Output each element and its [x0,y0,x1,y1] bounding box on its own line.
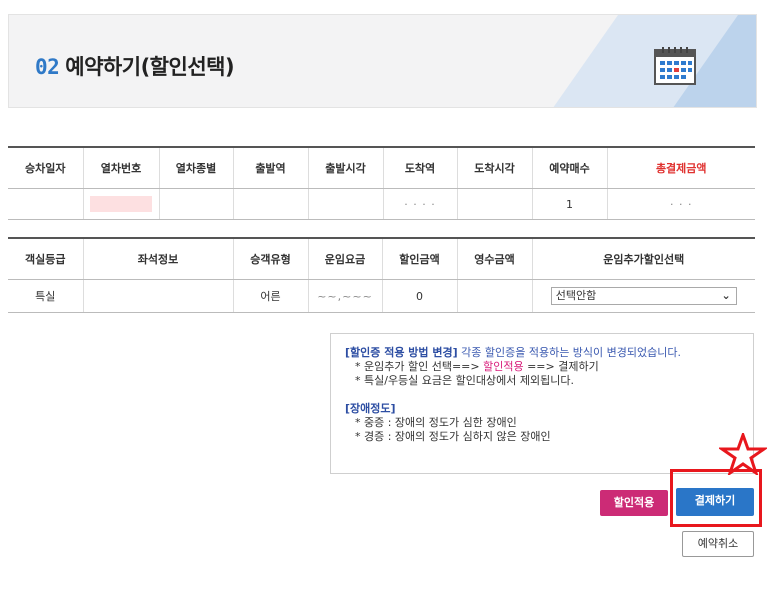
trip-table: 승차일자 열차번호 열차종별 출발역 출발시각 도착역 도착시각 예약매수 총결… [8,146,755,220]
notice-line-5: * 경증 : 장애의 정도가 심하지 않은 장애인 [355,430,551,443]
cell-seat-info [83,279,234,313]
col-total-amount: 총결제금액 [607,147,755,189]
star-icon [719,433,767,475]
col-discount-amount: 할인금액 [382,238,458,280]
disability-heading: [장애정도] [345,402,396,415]
trip-header-row: 승차일자 열차번호 열차종별 출발역 출발시각 도착역 도착시각 예약매수 총결… [8,147,755,189]
col-departure-time: 출발시각 [308,147,384,189]
cell-train-number [83,188,160,220]
fare-header-row: 객실등급 좌석정보 승객유형 운임요금 할인금액 영수금액 운임추가할인선택 [8,238,755,280]
highlight-box [670,469,762,527]
page-title: 02 예약하기(할인선택) [35,51,235,81]
cell-ticket-count: 1 [532,188,608,220]
notice-line-4: * 중증 : 장애의 정도가 심한 장애인 [355,416,517,429]
cell-passenger-type: 어른 [233,279,309,313]
cell-departure-station [233,188,309,220]
notice-heading-text: 각종 할인증을 적용하는 방식이 변경되었습니다. [457,346,682,359]
col-extra-discount-select: 운임추가할인선택 [532,238,755,280]
col-received-amount: 영수금액 [457,238,533,280]
table-row: · · · · 1 · · · [8,188,755,220]
notice-heading: [할인증 적용 방법 변경] [345,346,458,359]
apply-discount-button[interactable]: 할인적용 [600,490,668,516]
cell-fare: ~~,~~~ [308,279,383,313]
col-arrival-time: 도착시각 [457,147,533,189]
cell-received-amount [457,279,533,313]
table-row: 특실 어른 ~~,~~~ 0 선택안함 ⌄ [8,279,755,313]
col-passenger-type: 승객유형 [233,238,309,280]
cell-discount-amount: 0 [382,279,458,313]
cell-discount-select: 선택안함 ⌄ [532,279,755,313]
notice-line-3: * 특실/우등실 요금은 할인대상에서 제외됩니다. [355,374,574,387]
cell-boarding-date [8,188,84,220]
calendar-icon [654,47,696,85]
page-title-text: 예약하기(할인선택) [65,55,235,79]
chevron-down-icon: ⌄ [721,289,731,302]
col-train-number: 열차번호 [83,147,160,189]
col-boarding-date: 승차일자 [8,147,84,189]
cell-arrival-station: · · · · [383,188,458,220]
notice-text: ==> 결제하기 [523,360,599,373]
col-fare: 운임요금 [308,238,383,280]
notice-highlight: 할인적용 [483,360,524,373]
col-departure-station: 출발역 [233,147,309,189]
col-train-type: 열차종별 [159,147,234,189]
notice-box: [할인증 적용 방법 변경] 각종 할인증을 적용하는 방식이 변경되었습니다.… [330,333,754,474]
cell-train-type [159,188,234,220]
cell-arrival-time [457,188,533,220]
notice-text: * 운임추가 할인 선택==> [355,360,484,373]
discount-select-value: 선택안함 [550,287,737,305]
col-arrival-station: 도착역 [383,147,458,189]
page-header: 02 예약하기(할인선택) [8,14,757,108]
cell-departure-time [308,188,384,220]
col-seat-info: 좌석정보 [83,238,234,280]
step-number: 02 [35,55,60,79]
discount-select[interactable]: 선택안함 ⌄ [550,287,737,305]
cancel-reservation-button[interactable]: 예약취소 [682,531,754,557]
fare-table: 객실등급 좌석정보 승객유형 운임요금 할인금액 영수금액 운임추가할인선택 특… [8,237,755,313]
redacted-box [90,196,152,212]
cell-seat-class: 특실 [8,279,84,313]
notice-line-1: [할인증 적용 방법 변경] 각종 할인증을 적용하는 방식이 변경되었습니다. [345,346,753,360]
notice-line-2: * 운임추가 할인 선택==> 할인적용 ==> 결제하기 [345,360,753,374]
col-ticket-count: 예약매수 [532,147,608,189]
cell-total-amount: · · · [607,188,755,220]
col-seat-class: 객실등급 [8,238,84,280]
